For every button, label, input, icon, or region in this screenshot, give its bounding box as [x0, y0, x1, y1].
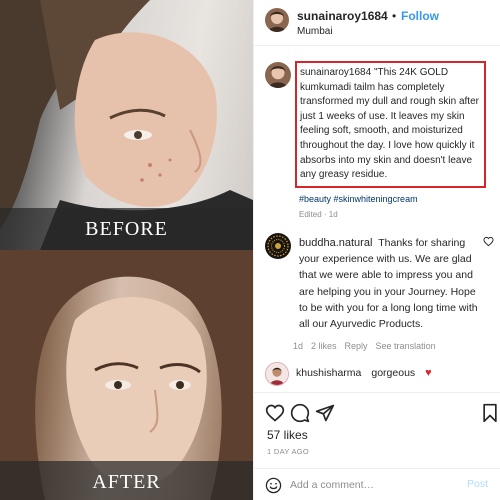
before-label: BEFORE	[0, 208, 253, 250]
reply-text: gorgeous	[371, 367, 416, 379]
caption-text: "This 24K GOLD kumkumadi tailm has compl…	[300, 67, 479, 181]
location-link[interactable]: Mumbai	[297, 26, 333, 37]
see-translation-button[interactable]: See translation	[376, 341, 436, 351]
before-photo: BEFORE	[0, 0, 253, 250]
post-timestamp: 1 DAY AGO	[267, 447, 310, 456]
follow-button[interactable]: Follow	[401, 9, 439, 23]
reply-author-avatar[interactable]	[265, 362, 289, 386]
comment-icon[interactable]	[290, 403, 310, 423]
emoji-icon[interactable]	[265, 477, 282, 494]
comment-input[interactable]	[290, 475, 460, 495]
comment-time: 1d	[293, 341, 304, 351]
reply-button[interactable]: Reply	[345, 341, 368, 351]
caption-edited-time: Edited · 1d	[299, 210, 338, 219]
author-avatar[interactable]	[265, 8, 289, 32]
caption-author-avatar[interactable]	[265, 62, 291, 88]
commenter-avatar[interactable]	[265, 233, 291, 259]
caption-username[interactable]: sunainaroy1684	[300, 67, 371, 78]
caption-hashtags[interactable]: #beauty #skinwhiteningcream	[299, 194, 418, 204]
after-photo: AFTER	[0, 250, 253, 500]
red-heart-icon: ♥	[425, 367, 432, 379]
comment-like-icon[interactable]	[483, 236, 494, 247]
author-username[interactable]: sunainaroy1684	[297, 9, 388, 23]
post-image[interactable]: BEFORE AFTER	[0, 0, 253, 500]
caption-highlight-box: sunainaroy1684 "This 24K GOLD kumkumadi …	[295, 61, 486, 188]
reply-username[interactable]: khushisharma	[296, 367, 361, 379]
comment-meta: 1d 2 likes Reply See translation	[293, 341, 436, 351]
bookmark-icon[interactable]	[480, 403, 500, 423]
reply-comment: khushisharma gorgeous ♥	[296, 367, 432, 379]
likes-count[interactable]: 57 likes	[267, 428, 308, 442]
share-icon[interactable]	[315, 403, 335, 423]
comment-text: Thanks for sharing your experience with …	[299, 237, 478, 331]
comment-body: buddha.natural Thanks for sharing your e…	[299, 235, 481, 332]
add-comment-bar: Post	[254, 468, 500, 500]
after-label: AFTER	[0, 461, 253, 500]
comment-likes-count[interactable]: 2 likes	[311, 341, 337, 351]
post-comment-button[interactable]: Post	[467, 478, 488, 490]
post-panel: sunainaroy1684 • Follow Mumbai sunainaro…	[253, 0, 500, 500]
post-header: sunainaroy1684 • Follow Mumbai	[254, 0, 500, 46]
heart-icon[interactable]	[265, 403, 285, 423]
commenter-username[interactable]: buddha.natural	[299, 237, 372, 249]
separator-dot: •	[392, 9, 397, 23]
